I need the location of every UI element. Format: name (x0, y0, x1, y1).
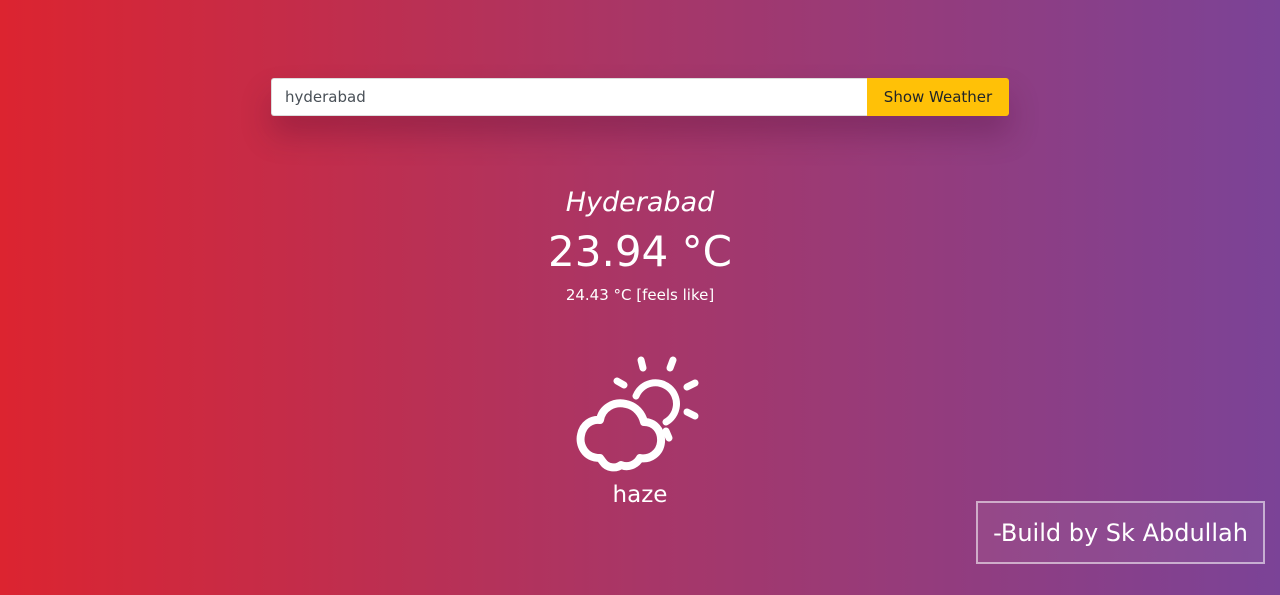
feels-like: 24.43 °C [feels like] (565, 286, 715, 304)
search-bar: Show Weather (271, 78, 1009, 116)
show-weather-button[interactable]: Show Weather (867, 78, 1009, 116)
weather-panel: Hyderabad 23.94 °C 24.43 °C [feels like] (0, 183, 1280, 305)
city-search-input[interactable] (271, 78, 867, 116)
credit-badge: -Build by Sk Abdullah (976, 501, 1265, 564)
credit-text: -Build by Sk Abdullah (993, 518, 1248, 547)
temperature: 23.94 °C (548, 227, 732, 276)
city-name: Hyderabad (565, 187, 715, 218)
partly-cloudy-icon (570, 352, 710, 477)
